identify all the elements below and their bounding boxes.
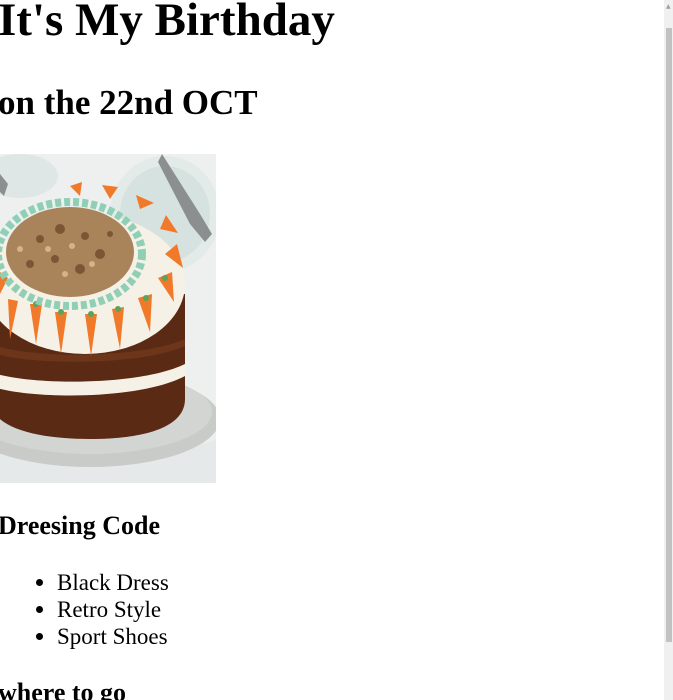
dress-code-heading: Dreesing Code	[0, 511, 161, 540]
scrollbar-thumb[interactable]	[666, 28, 672, 642]
bullet-icon	[36, 633, 43, 640]
list-item-label: Sport Shoes	[57, 624, 168, 649]
vertical-scrollbar[interactable]: ▲	[664, 0, 673, 700]
list-item: Sport Shoes	[36, 623, 169, 650]
where-to-go-heading: where to go	[0, 678, 127, 700]
page-title: It's My Birthday	[0, 0, 335, 46]
page-subtitle: on the 22nd OCT	[0, 83, 258, 122]
bullet-icon	[36, 579, 43, 586]
list-item: Retro Style	[36, 596, 169, 623]
scroll-up-arrow-icon[interactable]: ▲	[666, 4, 672, 10]
page-content: It's My Birthday on the 22nd OCT Dreesin…	[0, 0, 664, 700]
dress-code-list: Black Dress Retro Style Sport Shoes	[0, 569, 169, 650]
list-item-label: Retro Style	[57, 597, 162, 622]
list-item-label: Black Dress	[57, 570, 169, 595]
list-item: Black Dress	[36, 569, 169, 596]
bullet-icon	[36, 606, 43, 613]
carrot-cake-image	[0, 154, 216, 483]
